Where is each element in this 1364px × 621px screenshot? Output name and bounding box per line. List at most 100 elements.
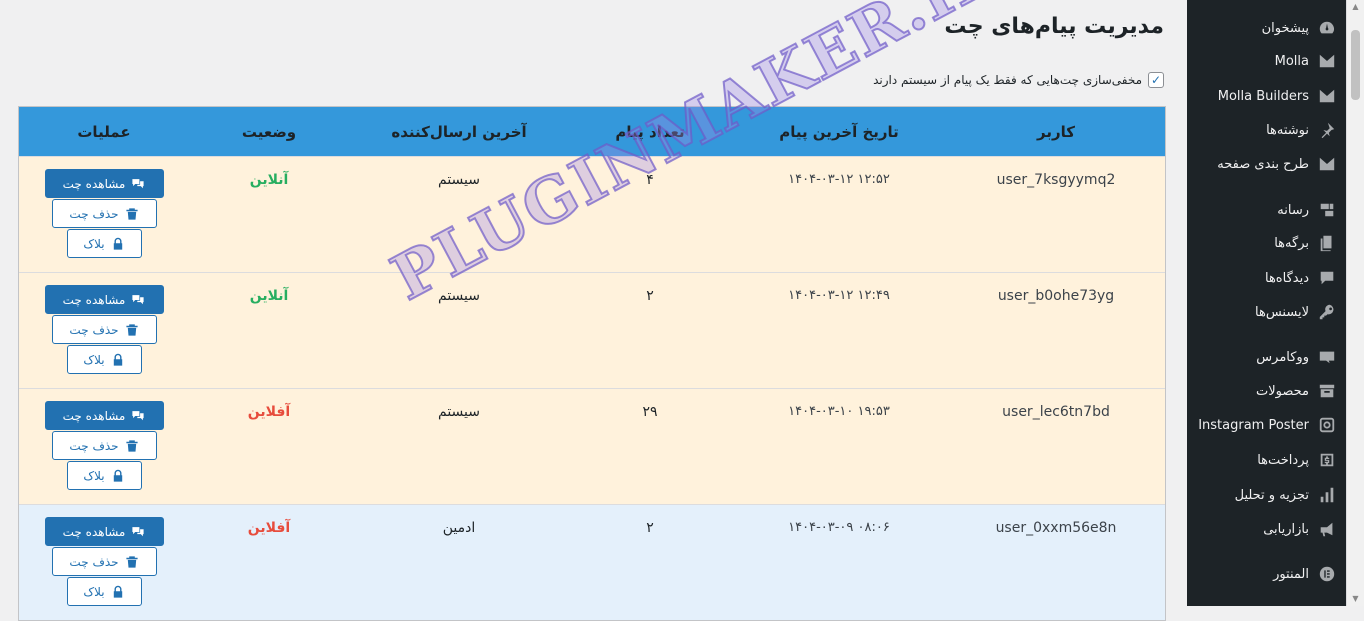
table-row: user_7ksgyymq2 ۱۴۰۴-۰۳-۱۲ ۱۲:۵۲ ۴ سیستم … xyxy=(19,156,1165,272)
row-count: ۲ xyxy=(646,288,654,304)
block-user-button[interactable]: بلاک xyxy=(66,461,142,490)
block-user-button[interactable]: بلاک xyxy=(66,229,142,258)
molla-icon xyxy=(1317,154,1337,174)
delete-chat-button[interactable]: حذف چت xyxy=(51,547,157,576)
lock-icon xyxy=(113,237,122,250)
filter-label: مخفی‌سازی چت‌هایی که فقط یک پیام از سیست… xyxy=(873,73,1142,87)
view-chat-button[interactable]: مشاهده چت xyxy=(44,285,164,314)
chat-bubbles-icon xyxy=(132,178,144,188)
comment-icon xyxy=(1317,268,1337,288)
row-count: ۲۹ xyxy=(642,404,658,420)
table-row: user_b0ohe73yg ۱۴۰۴-۰۳-۱۲ ۱۲:۴۹ ۲ سیستم … xyxy=(19,272,1165,388)
elementor-icon xyxy=(1317,564,1337,584)
chart-icon xyxy=(1317,485,1337,505)
row-actions: مشاهده چت حذف چت بلاک xyxy=(19,157,189,258)
row-sender: سیستم xyxy=(438,288,480,304)
woo-icon xyxy=(1317,347,1337,367)
sidebar-item-molla-builders[interactable]: Molla Builders xyxy=(1187,79,1347,113)
delete-chat-button[interactable]: حذف چت xyxy=(51,199,157,228)
row-sender: سیستم xyxy=(438,404,480,420)
header-last-sender[interactable]: آخرین ارسال‌کننده xyxy=(349,123,569,141)
row-actions: مشاهده چت حذف چت بلاک xyxy=(19,273,189,374)
row-user: user_lec6tn7bd xyxy=(1002,404,1110,420)
sidebar-item-posts[interactable]: نوشته‌ها xyxy=(1187,113,1347,147)
sidebar-item-marketing[interactable]: بازاریابی xyxy=(1187,512,1347,546)
sidebar-item-licenses[interactable]: لایسنس‌ها xyxy=(1187,295,1347,329)
trash-icon xyxy=(125,555,138,568)
status-badge: آنلاین xyxy=(249,288,289,304)
row-date: ۱۴۰۴-۰۳-۱۰ ۱۹:۵۳ xyxy=(788,404,890,419)
sidebar-item-analytics[interactable]: تجزیه و تحلیل xyxy=(1187,478,1347,512)
trash-icon xyxy=(125,323,138,336)
view-chat-button[interactable]: مشاهده چت xyxy=(44,517,164,546)
sidebar-item-molla[interactable]: Molla xyxy=(1187,44,1347,78)
block-user-button[interactable]: بلاک xyxy=(66,345,142,374)
row-user: user_b0ohe73yg xyxy=(997,288,1115,304)
scroll-thumb[interactable] xyxy=(1351,30,1360,100)
row-date: ۱۴۰۴-۰۳-۰۹ ۰۸:۰۶ xyxy=(788,520,890,535)
molla-icon xyxy=(1317,86,1337,106)
sidebar-item-products[interactable]: محصولات xyxy=(1187,374,1347,408)
table-row: user_lec6tn7bd ۱۴۰۴-۰۳-۱۰ ۱۹:۵۳ ۲۹ سیستم… xyxy=(19,388,1165,504)
molla-icon xyxy=(1317,51,1337,71)
page-title: مدیریت پیام‌های چت xyxy=(944,14,1164,39)
trash-icon xyxy=(125,207,138,220)
scroll-up-arrow[interactable]: ▲ xyxy=(1347,0,1364,14)
sidebar-item-comments[interactable]: دیدگاه‌ها xyxy=(1187,261,1347,295)
scroll-down-arrow[interactable]: ▼ xyxy=(1347,592,1364,606)
view-chat-button[interactable]: مشاهده چت xyxy=(44,169,164,198)
sidebar-item-instagram-poster[interactable]: Instagram Poster xyxy=(1187,408,1347,442)
row-sender: ادمین xyxy=(442,520,476,536)
table-row: user_0xxm56e8n ۱۴۰۴-۰۳-۰۹ ۰۸:۰۶ ۲ ادمین … xyxy=(19,504,1165,620)
lock-icon xyxy=(113,353,122,366)
row-date: ۱۴۰۴-۰۳-۱۲ ۱۲:۵۲ xyxy=(788,172,890,187)
dashboard-icon xyxy=(1317,18,1337,38)
header-user[interactable]: کاربر xyxy=(947,123,1165,141)
pages-icon xyxy=(1317,233,1337,253)
status-badge: آنلاین xyxy=(249,172,289,188)
row-user: user_7ksgyymq2 xyxy=(996,172,1116,188)
row-sender: سیستم xyxy=(438,172,480,188)
admin-sidebar: پیشخوان Molla Molla Builders نوشته‌ها طر… xyxy=(1187,0,1347,606)
dollar-icon xyxy=(1317,450,1337,470)
sidebar-item-media[interactable]: رسانه xyxy=(1187,193,1347,227)
hide-system-chats-filter[interactable]: ✓ مخفی‌سازی چت‌هایی که فقط یک پیام از سی… xyxy=(873,72,1164,88)
row-user: user_0xxm56e8n xyxy=(995,520,1117,536)
row-actions: مشاهده چت حذف چت بلاک xyxy=(19,389,189,490)
pin-icon xyxy=(1317,120,1337,140)
header-count[interactable]: تعداد پیام xyxy=(569,123,731,141)
view-chat-button[interactable]: مشاهده چت xyxy=(44,401,164,430)
archive-icon xyxy=(1317,381,1337,401)
trash-icon xyxy=(125,439,138,452)
instagram-icon xyxy=(1317,415,1337,435)
chat-table: کاربر تاریخ آخرین پیام تعداد پیام آخرین … xyxy=(18,106,1166,621)
status-badge: آفلاین xyxy=(247,404,291,420)
chat-bubbles-icon xyxy=(132,526,144,536)
sidebar-item-woocommerce[interactable]: ووکامرس xyxy=(1187,340,1347,374)
media-icon xyxy=(1317,200,1337,220)
row-actions: مشاهده چت حذف چت بلاک xyxy=(19,505,189,606)
hide-system-chats-checkbox[interactable]: ✓ xyxy=(1148,72,1164,88)
header-ops: عملیات xyxy=(77,122,131,141)
sidebar-item-pages[interactable]: برگه‌ها xyxy=(1187,226,1347,260)
chat-bubbles-icon xyxy=(132,410,144,420)
block-user-button[interactable]: بلاک xyxy=(66,577,142,606)
row-date: ۱۴۰۴-۰۳-۱۲ ۱۲:۴۹ xyxy=(788,288,890,303)
sidebar-item-payments[interactable]: پرداخت‌ها xyxy=(1187,443,1347,477)
row-count: ۲ xyxy=(646,520,654,536)
sidebar-item-elementor[interactable]: المنتور xyxy=(1187,557,1347,591)
sidebar-item-layout[interactable]: طرح بندی صفحه xyxy=(1187,147,1347,181)
status-badge: آفلاین xyxy=(247,520,291,536)
delete-chat-button[interactable]: حذف چت xyxy=(51,315,157,344)
sidebar-item-dashboard[interactable]: پیشخوان xyxy=(1187,11,1347,45)
chat-bubbles-icon xyxy=(132,294,144,304)
row-count: ۴ xyxy=(646,172,654,188)
header-status[interactable]: وضعیت xyxy=(189,123,349,141)
lock-icon xyxy=(113,585,122,598)
delete-chat-button[interactable]: حذف چت xyxy=(51,431,157,460)
page-scrollbar[interactable]: ▲ ▼ xyxy=(1346,0,1364,606)
table-header: کاربر تاریخ آخرین پیام تعداد پیام آخرین … xyxy=(19,107,1165,156)
key-icon xyxy=(1317,302,1337,322)
header-last-date[interactable]: تاریخ آخرین پیام xyxy=(731,123,947,141)
megaphone-icon xyxy=(1317,519,1337,539)
